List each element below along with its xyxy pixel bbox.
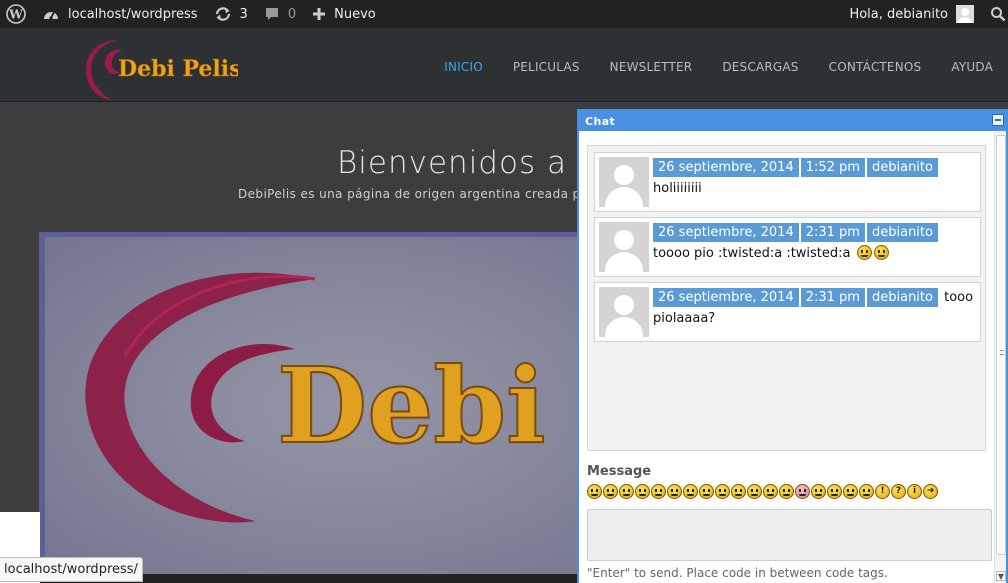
avatar	[599, 222, 649, 272]
chat-message: 26 septiembre, 2014 1:52 pm debianito holi…	[594, 152, 981, 212]
my-account-menu[interactable]: Hola, debianito	[841, 0, 982, 28]
debian-swirl-logo: Debi Pelis	[86, 40, 242, 100]
greeting: Hola, debianito	[849, 6, 948, 22]
wordpress-menu[interactable]: W	[0, 0, 34, 28]
message-date: 26 septiembre, 2014	[653, 158, 799, 177]
pig-icon[interactable]	[795, 484, 810, 499]
banner-text: Debi	[277, 344, 546, 467]
twisted-emoji-icon	[873, 245, 889, 260]
confused-icon[interactable]	[667, 484, 682, 499]
avatar	[956, 5, 974, 23]
logo-text: Debi Pelis	[118, 56, 238, 82]
nav-item-ayuda[interactable]: AYUDA	[936, 28, 1008, 110]
scroll-down-icon[interactable]: ▼	[996, 571, 1006, 581]
nav-item-descargas[interactable]: DESCARGAS	[707, 28, 813, 110]
scrollbar-thumb[interactable]	[996, 135, 1006, 555]
message-time: 1:52 pm	[800, 158, 865, 177]
nav-item-newsletter[interactable]: NEWSLETTER	[595, 28, 708, 110]
dashboard-icon	[44, 11, 58, 20]
exclamation-icon[interactable]: !	[875, 484, 890, 499]
plus-icon	[313, 8, 326, 20]
eek-icon[interactable]	[651, 484, 666, 499]
cool-icon[interactable]	[683, 484, 698, 499]
cry-icon[interactable]	[779, 484, 794, 499]
search-button[interactable]	[982, 0, 1008, 28]
message-time: 2:31 pm	[800, 223, 865, 242]
updates-menu[interactable]: 3	[206, 0, 256, 28]
sad-icon[interactable]	[619, 484, 634, 499]
mrgreen-icon[interactable]	[859, 484, 874, 499]
message-text: toooo pio :twisted:a :twisted:a	[653, 246, 851, 261]
message-user[interactable]: debianito	[866, 158, 938, 177]
new-label: Nuevo	[334, 6, 376, 22]
message-user[interactable]: debianito	[866, 288, 938, 307]
comments-icon	[265, 8, 278, 20]
wink-icon[interactable]	[763, 484, 778, 499]
hero-banner: Debi	[39, 232, 599, 574]
minimize-icon[interactable]	[992, 114, 1004, 126]
message-date: 26 septiembre, 2014	[653, 223, 799, 242]
debian-banner-image: Debi	[85, 272, 547, 523]
question-icon[interactable]: ?	[891, 484, 906, 499]
surprised-icon[interactable]	[635, 484, 650, 499]
site-name-menu[interactable]: localhost/wordpress	[34, 0, 206, 28]
message-input[interactable]	[587, 509, 992, 561]
site-name: localhost/wordpress	[68, 6, 198, 22]
site-header: Debi Pelis INICIO PELICULAS NEWSLETTER D…	[0, 28, 1008, 110]
wordpress-icon: W	[6, 4, 26, 24]
search-icon	[991, 7, 1006, 22]
chat-header[interactable]: Chat	[579, 111, 1006, 131]
chat-message: 26 septiembre, 2014 2:31 pm debianito tooo…	[594, 282, 981, 342]
smile-icon[interactable]	[587, 484, 602, 499]
new-content-menu[interactable]: Nuevo	[304, 0, 384, 28]
mad-icon[interactable]	[715, 484, 730, 499]
grin-icon[interactable]	[603, 484, 618, 499]
updates-icon	[215, 7, 230, 21]
evil-icon[interactable]	[827, 484, 842, 499]
comments-menu[interactable]: 0	[256, 0, 304, 28]
avatar	[599, 157, 649, 207]
rolleyes-icon[interactable]	[811, 484, 826, 499]
chat-messages: 26 septiembre, 2014 1:52 pm debianito holi…	[587, 145, 986, 451]
neutral-icon[interactable]	[747, 484, 762, 499]
avatar	[599, 287, 649, 337]
site-logo[interactable]: Debi Pelis	[78, 36, 242, 102]
page-subtitle: DebiPelis es una página de origen argent…	[238, 187, 602, 201]
message-label: Message	[587, 464, 652, 479]
idea-icon[interactable]: i	[907, 484, 922, 499]
chat-scrollbar[interactable]: ▼	[994, 131, 1006, 583]
chat-message: 26 septiembre, 2014 2:31 pm debianito tooo…	[594, 217, 981, 277]
chat-title: Chat	[585, 114, 616, 128]
updates-count: 3	[239, 6, 248, 22]
twisted-emoji-icon	[856, 245, 872, 260]
svg-text:W: W	[8, 8, 23, 22]
message-date: 26 septiembre, 2014	[653, 288, 799, 307]
nav-item-peliculas[interactable]: PELICULAS	[498, 28, 595, 110]
status-url-tooltip: localhost/wordpress/	[0, 557, 143, 582]
arrow-icon[interactable]: ➜	[923, 484, 938, 499]
message-time: 2:31 pm	[800, 288, 865, 307]
send-hint: "Enter" to send. Place code in between c…	[587, 566, 888, 580]
message-text: holiiiiiiii	[653, 181, 702, 196]
lol-icon[interactable]	[699, 484, 714, 499]
nav-item-contactenos[interactable]: CONTÁCTENOS	[814, 28, 937, 110]
chat-widget: Chat ▼ 26 septiembre, 2014 1:52 pm debiani…	[577, 109, 1008, 583]
comments-count: 0	[287, 6, 297, 22]
twisted-icon[interactable]	[843, 484, 858, 499]
admin-bar: W localhost/wordpress 3 0 Nuevo Hola, de…	[0, 0, 1008, 28]
razz-icon[interactable]	[731, 484, 746, 499]
message-user[interactable]: debianito	[866, 223, 938, 242]
nav-item-inicio[interactable]: INICIO	[429, 28, 498, 110]
smilies-bar: ! ? i ➜	[587, 484, 939, 500]
main-nav: INICIO PELICULAS NEWSLETTER DESCARGAS CO…	[429, 28, 1008, 110]
